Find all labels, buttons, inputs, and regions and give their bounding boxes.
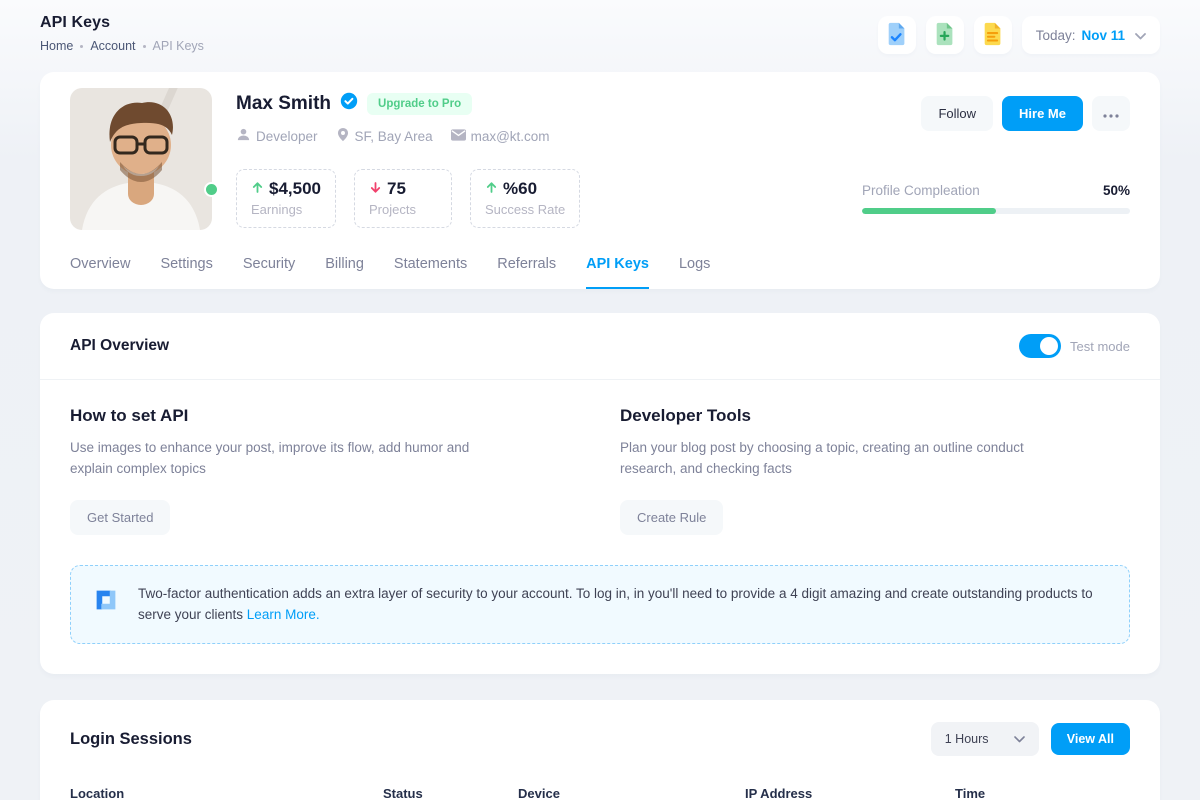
more-options-button[interactable] bbox=[1092, 96, 1130, 131]
verified-badge-icon bbox=[340, 92, 358, 115]
tab-settings[interactable]: Settings bbox=[160, 256, 212, 289]
brackets-icon bbox=[91, 585, 121, 620]
date-value: Nov 11 bbox=[1081, 28, 1125, 43]
tab-logs[interactable]: Logs bbox=[679, 256, 710, 289]
tab-security[interactable]: Security bbox=[243, 256, 295, 289]
title-block: API Keys Home Account API Keys bbox=[40, 14, 204, 53]
profile-right: Follow Hire Me Profile Compleation 50% bbox=[862, 88, 1130, 230]
email-icon bbox=[451, 129, 466, 144]
profile-card: Max Smith Upgrade to Pro Devel bbox=[40, 72, 1160, 289]
breadcrumb-home[interactable]: Home bbox=[40, 39, 73, 53]
login-sessions-card: Login Sessions 1 Hours View All Location… bbox=[40, 700, 1160, 800]
arrow-down-icon bbox=[369, 179, 382, 199]
file-plus-icon bbox=[934, 22, 956, 49]
file-plus-button[interactable] bbox=[926, 16, 964, 54]
profile-role[interactable]: Developer bbox=[236, 127, 318, 145]
column-ip-address: IP Address bbox=[745, 786, 955, 800]
breadcrumb-account[interactable]: Account bbox=[90, 39, 135, 53]
section-title: Developer Tools bbox=[620, 406, 1130, 426]
learn-more-link[interactable]: Learn More. bbox=[247, 607, 320, 622]
create-rule-button[interactable]: Create Rule bbox=[620, 500, 723, 535]
api-overview-title: API Overview bbox=[70, 337, 169, 355]
profile-main: Max Smith Upgrade to Pro Devel bbox=[70, 88, 1130, 230]
profile-tabs: Overview Settings Security Billing State… bbox=[70, 256, 1130, 289]
top-header: API Keys Home Account API Keys bbox=[40, 14, 1160, 54]
page-title: API Keys bbox=[40, 14, 204, 32]
get-started-button[interactable]: Get Started bbox=[70, 500, 170, 535]
date-label: Today: bbox=[1036, 28, 1076, 43]
test-mode-label: Test mode bbox=[1070, 339, 1130, 354]
view-all-button[interactable]: View All bbox=[1051, 723, 1130, 755]
user-icon bbox=[236, 127, 251, 145]
notice-text: Two-factor authentication adds an extra … bbox=[138, 583, 1109, 626]
profile-location[interactable]: SF, Bay Area bbox=[336, 127, 433, 145]
section-how-to-set-api: How to set API Use images to enhance you… bbox=[70, 406, 580, 535]
section-text: Plan your blog post by choosing a topic,… bbox=[620, 438, 1040, 480]
name-row: Max Smith Upgrade to Pro bbox=[236, 92, 838, 115]
column-status: Status bbox=[383, 786, 518, 800]
two-factor-notice: Two-factor authentication adds an extra … bbox=[70, 565, 1130, 644]
profile-meta-row: Developer SF, Bay Area max@kt.com bbox=[236, 127, 838, 145]
api-overview-card: API Overview Test mode How to set API Us… bbox=[40, 313, 1160, 674]
api-overview-body: How to set API Use images to enhance you… bbox=[40, 380, 1160, 674]
column-device: Device bbox=[518, 786, 745, 800]
arrow-up-icon bbox=[251, 179, 264, 199]
tab-api-keys[interactable]: API Keys bbox=[586, 256, 649, 289]
api-overview-header: API Overview Test mode bbox=[40, 313, 1160, 380]
section-developer-tools: Developer Tools Plan your blog post by c… bbox=[620, 406, 1130, 535]
file-lines-button[interactable] bbox=[974, 16, 1012, 54]
tab-overview[interactable]: Overview bbox=[70, 256, 130, 289]
breadcrumb-current: API Keys bbox=[153, 39, 204, 53]
tab-referrals[interactable]: Referrals bbox=[497, 256, 556, 289]
login-sessions-header: Login Sessions 1 Hours View All bbox=[40, 700, 1160, 774]
header-actions: Today: Nov 11 bbox=[878, 16, 1160, 54]
progress-label: Profile Compleation bbox=[862, 183, 980, 198]
profile-email[interactable]: max@kt.com bbox=[451, 129, 550, 144]
profile-info: Max Smith Upgrade to Pro Devel bbox=[236, 88, 838, 230]
chevron-down-icon bbox=[1014, 732, 1025, 746]
profile-name[interactable]: Max Smith bbox=[236, 93, 331, 115]
column-location: Location bbox=[70, 786, 383, 800]
follow-button[interactable]: Follow bbox=[921, 96, 993, 131]
date-picker[interactable]: Today: Nov 11 bbox=[1022, 16, 1160, 54]
profile-completion: Profile Compleation 50% bbox=[862, 183, 1130, 214]
ellipsis-icon bbox=[1103, 106, 1119, 121]
section-title: How to set API bbox=[70, 406, 580, 426]
sessions-actions: 1 Hours View All bbox=[931, 722, 1130, 756]
online-status-dot bbox=[204, 182, 219, 197]
hire-me-button[interactable]: Hire Me bbox=[1002, 96, 1083, 131]
stat-earnings: $4,500 Earnings bbox=[236, 169, 336, 228]
tab-billing[interactable]: Billing bbox=[325, 256, 364, 289]
breadcrumb: Home Account API Keys bbox=[40, 39, 204, 53]
location-pin-icon bbox=[336, 127, 350, 145]
file-check-icon bbox=[886, 22, 908, 49]
arrow-up-icon bbox=[485, 179, 498, 199]
upgrade-to-pro-badge[interactable]: Upgrade to Pro bbox=[367, 93, 472, 115]
login-sessions-title: Login Sessions bbox=[70, 730, 192, 749]
tab-statements[interactable]: Statements bbox=[394, 256, 467, 289]
test-mode-row: Test mode bbox=[1019, 334, 1130, 358]
stat-projects: 75 Projects bbox=[354, 169, 452, 228]
section-text: Use images to enhance your post, improve… bbox=[70, 438, 490, 480]
column-time: Time bbox=[955, 786, 1130, 800]
progress-track bbox=[862, 208, 1130, 214]
profile-photo bbox=[70, 88, 212, 230]
profile-progress-fill bbox=[862, 208, 996, 214]
sessions-table-header: Location Status Device IP Address Time bbox=[40, 774, 1160, 800]
file-lines-icon bbox=[982, 22, 1004, 49]
test-mode-toggle[interactable] bbox=[1019, 334, 1061, 358]
page: API Keys Home Account API Keys bbox=[0, 0, 1200, 800]
chevron-down-icon bbox=[1135, 28, 1146, 43]
file-check-button[interactable] bbox=[878, 16, 916, 54]
progress-value: 50% bbox=[1103, 183, 1130, 198]
breadcrumb-separator bbox=[80, 45, 83, 48]
breadcrumb-separator bbox=[143, 45, 146, 48]
profile-actions: Follow Hire Me bbox=[862, 96, 1130, 131]
hours-filter-select[interactable]: 1 Hours bbox=[931, 722, 1039, 756]
stat-success-rate: %60 Success Rate bbox=[470, 169, 580, 228]
profile-stats-row: $4,500 Earnings 75 Projects bbox=[236, 169, 838, 228]
